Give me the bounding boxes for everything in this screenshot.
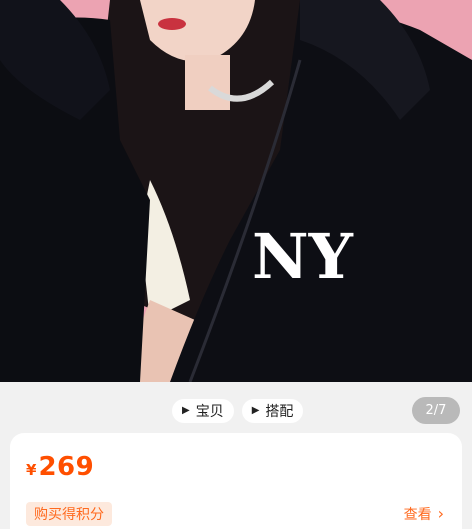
tab-product-video[interactable]: ▶ 宝贝 [172, 399, 234, 423]
tab-label: 搭配 [265, 404, 294, 420]
gallery-page-indicator: 2/7 [412, 397, 460, 424]
price-card: ¥ 269 购买得积分 查看 › [10, 433, 462, 529]
svg-text:NY: NY [252, 220, 354, 293]
view-points-link[interactable]: 查看 › [404, 504, 444, 524]
currency-symbol: ¥ [26, 461, 37, 479]
media-switch: ▶ 宝贝 ▶ 搭配 [172, 399, 304, 423]
chevron-right-icon: › [437, 504, 444, 523]
play-icon: ▶ [251, 405, 260, 416]
tab-label: 宝贝 [195, 404, 224, 420]
play-icon: ▶ [182, 405, 190, 416]
product-detail-screen: NY ▶ 宝贝 ▶ 搭配 2/7 ¥ 269 购买得积分 查看 › [0, 0, 472, 529]
price: ¥ 269 [26, 452, 94, 482]
model-illustration: NY [0, 0, 472, 382]
points-badge[interactable]: 购买得积分 [26, 502, 112, 526]
product-photo[interactable]: NY [0, 0, 472, 382]
price-amount: 269 [38, 452, 95, 482]
view-label: 查看 [403, 507, 432, 523]
tab-outfit-video[interactable]: ▶ 搭配 [241, 399, 304, 423]
